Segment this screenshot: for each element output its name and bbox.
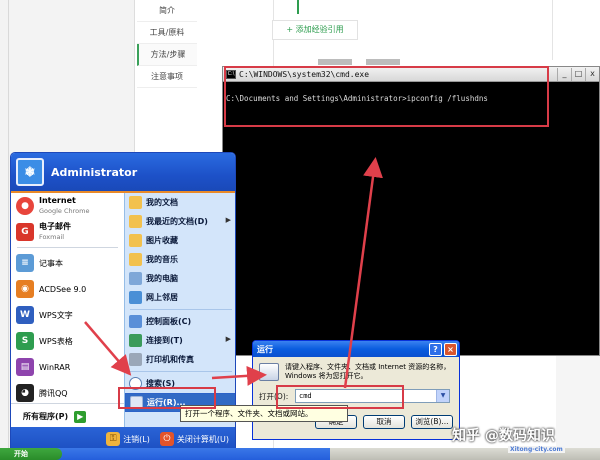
- zhihu-watermark: 知乎 @数码知识: [452, 428, 555, 444]
- arrow-to-run-dialog: [211, 365, 267, 386]
- arrow-to-run-item: [84, 321, 132, 376]
- site-watermark: Xitong-city.com: [508, 446, 565, 453]
- arrow-to-cmd-window: [343, 157, 383, 389]
- annotation-arrows: [84, 157, 383, 389]
